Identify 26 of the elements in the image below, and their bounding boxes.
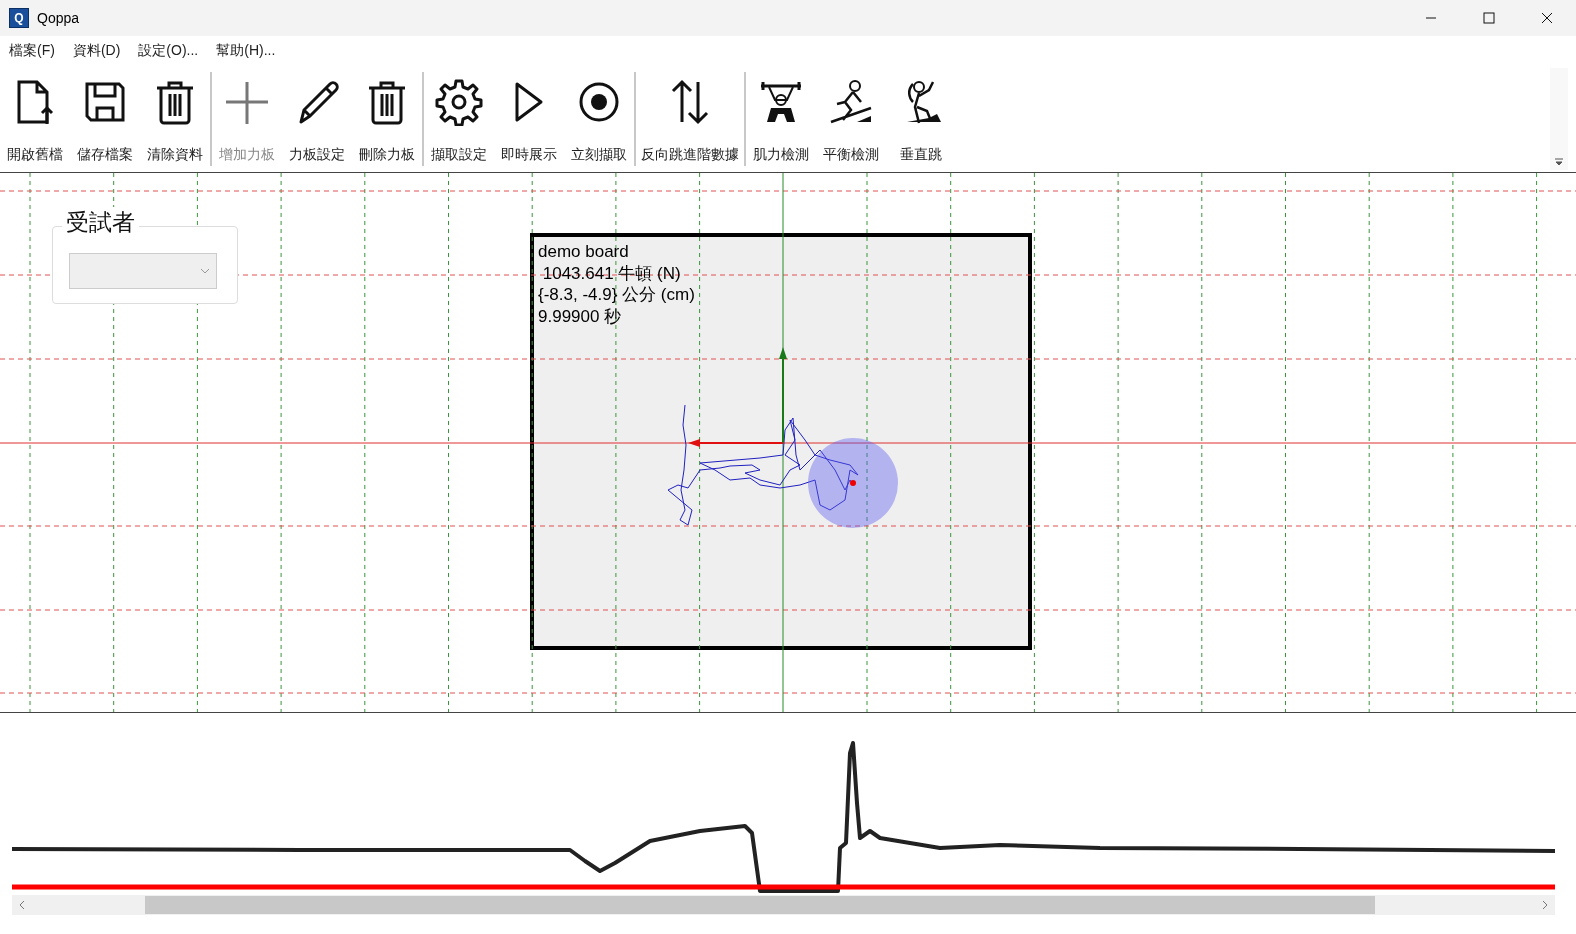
toolbar-button[interactable]: 儲存檔案 [70, 72, 140, 166]
toolbar-button[interactable]: 刪除力板 [352, 72, 422, 166]
pressure-point [850, 480, 856, 486]
app-icon: Q [9, 8, 29, 28]
position-reading: {-8.3, -4.9} 公分 (cm) [538, 284, 695, 306]
toolbar-button[interactable]: 即時展示 [494, 72, 564, 166]
scrollbar[interactable] [1550, 68, 1568, 170]
toolbar-button[interactable]: 垂直跳 [886, 72, 956, 166]
toolbar-button[interactable]: 力板設定 [282, 72, 352, 166]
board-name: demo board [538, 241, 630, 263]
toolbar-button[interactable]: 反向跳進階數據 [636, 72, 744, 166]
menu-item[interactable]: 設定(O)... [132, 42, 205, 60]
toolbar-button[interactable]: 平衡檢測 [816, 72, 886, 166]
force-reading: 1043.641 牛頓 (N) [541, 262, 682, 284]
time-reading: 9.99900 秒 [538, 305, 623, 327]
toolbar-button[interactable]: 立刻擷取 [564, 72, 634, 166]
toolbar-button[interactable]: 清除資料 [140, 72, 210, 166]
menu-item[interactable]: 幫助(H)... [210, 42, 282, 60]
window-title: Qoppa [37, 10, 81, 26]
menu-item[interactable]: 檔案(F) [3, 42, 61, 60]
chevron-down-icon [200, 267, 210, 275]
toolbar-button[interactable]: 擷取設定 [424, 72, 494, 166]
menu-item[interactable]: 資料(D) [66, 42, 127, 60]
settings-icon [435, 78, 483, 126]
toolbar-button[interactable]: 肌力檢測 [746, 72, 816, 166]
toolbar-button[interactable]: 開啟舊檔 [0, 72, 70, 166]
